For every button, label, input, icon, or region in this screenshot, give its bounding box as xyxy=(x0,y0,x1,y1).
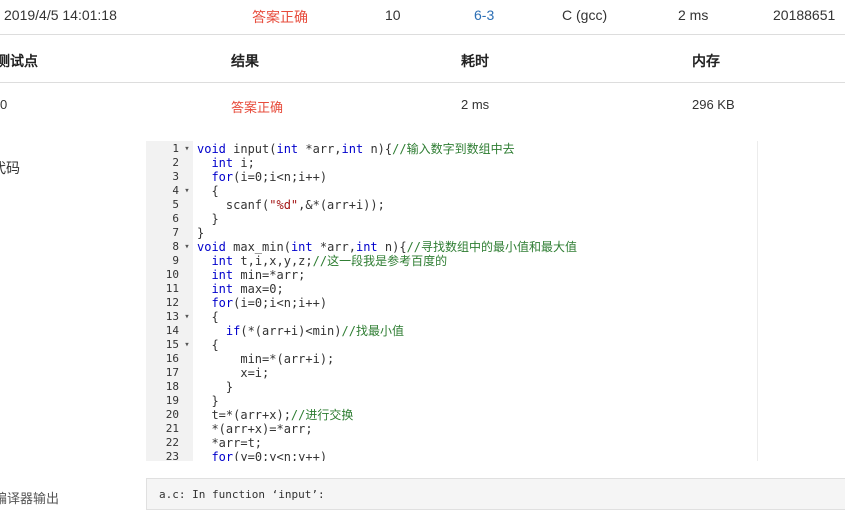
line-number: 20 xyxy=(165,408,179,421)
header-testpoint: 测试点 xyxy=(0,53,38,69)
code-line: 6 } xyxy=(146,212,758,226)
code-line: 20 t=*(arr+x);//进行交换 xyxy=(146,408,758,422)
code-line: 10 int min=*arr; xyxy=(146,268,758,282)
line-number: 12 xyxy=(165,296,179,309)
line-number: 9 xyxy=(172,254,179,267)
line-number: 10 xyxy=(165,268,179,281)
submission-compiler: C (gcc) xyxy=(562,7,608,23)
code-line: 13 ▾ { xyxy=(146,310,758,324)
line-number: 1 xyxy=(172,142,179,155)
problem-link[interactable]: 6-3 xyxy=(474,7,494,23)
code-text: scanf("%d",&*(arr+i)); xyxy=(197,198,385,212)
code-text: { xyxy=(197,184,219,198)
line-number: 4 xyxy=(172,184,179,197)
cell-testpoint: 0 xyxy=(0,97,8,112)
code-line: 21 *(arr+x)=*arr; xyxy=(146,422,758,436)
code-line: 19 } xyxy=(146,394,758,408)
cell-time: 2 ms xyxy=(461,97,490,112)
code-text: } xyxy=(197,380,234,394)
code-text: void input(int *arr,int n){//输入数字到数组中去 xyxy=(197,142,515,156)
line-number: 5 xyxy=(172,198,179,211)
fold-toggle-icon[interactable]: ▾ xyxy=(182,142,192,156)
cell-result: 答案正确 xyxy=(231,100,284,115)
code-text: if(*(arr+i)<min)//找最小值 xyxy=(225,324,404,338)
code-line: 16 min=*(arr+i); xyxy=(146,352,758,366)
code-editor[interactable]: 1 ▾ void input(int *arr,int n){//输入数字到数组中去… xyxy=(146,141,758,461)
header-result: 结果 xyxy=(231,53,259,69)
code-line: 5 scanf("%d",&*(arr+i)); xyxy=(146,198,758,212)
compile-output-box: a.c: In function ‘input’: xyxy=(146,478,845,510)
code-text: *arr=t; xyxy=(197,436,263,450)
code-line: 1 ▾ void input(int *arr,int n){//输入数字到数组中去 xyxy=(146,142,758,156)
code-text: { xyxy=(197,310,219,324)
line-number: 19 xyxy=(165,394,179,407)
cell-memory: 296 KB xyxy=(692,97,735,112)
line-number: 21 xyxy=(165,422,179,435)
code-text: int t,i,x,y,z;//这一段我是参考百度的 xyxy=(211,254,448,268)
line-number: 22 xyxy=(165,436,179,449)
submission-summary-row: 2019/4/5 14:01:18 答案正确 10 6-3 C (gcc) 2 … xyxy=(0,0,845,35)
code-text: for(i=0;i<n;i++) xyxy=(211,170,328,184)
fold-toggle-icon[interactable]: ▾ xyxy=(182,310,192,324)
line-number: 14 xyxy=(165,324,179,337)
code-text: } xyxy=(197,226,205,240)
line-number: 16 xyxy=(165,352,179,365)
code-line: 3 for(i=0;i<n;i++) xyxy=(146,170,758,184)
code-section-label: 代码 xyxy=(0,160,20,176)
line-number: 3 xyxy=(172,170,179,183)
code-text: { xyxy=(197,338,219,352)
compile-output-label: 编译器输出 xyxy=(0,491,60,506)
line-number: 15 xyxy=(165,338,179,351)
submission-score: 10 xyxy=(385,7,401,23)
code-text: void max_min(int *arr,int n){//寻找数组中的最小值… xyxy=(197,240,578,254)
code-text: for(i=0;i<n;i++) xyxy=(211,296,328,310)
code-line: 22 *arr=t; xyxy=(146,436,758,450)
code-text: int max=0; xyxy=(211,282,284,296)
table-row: 0 答案正确 2 ms 296 KB xyxy=(0,83,845,127)
print-margin-line xyxy=(757,141,758,461)
header-time: 耗时 xyxy=(461,53,489,69)
code-text: *(arr+x)=*arr; xyxy=(197,422,313,436)
submission-duration: 2 ms xyxy=(678,7,709,23)
header-memory: 内存 xyxy=(692,53,720,69)
submission-status: 答案正确 xyxy=(252,9,308,25)
code-line: 11 int max=0; xyxy=(146,282,758,296)
code-text: for(y=0;y<n;y++) xyxy=(211,450,328,461)
code-text: x=i; xyxy=(197,366,270,380)
code-line: 9 int t,i,x,y,z;//这一段我是参考百度的 xyxy=(146,254,758,268)
line-number: 13 xyxy=(165,310,179,323)
submission-time: 2019/4/5 14:01:18 xyxy=(4,7,117,23)
testcase-table-header: 测试点 结果 耗时 内存 xyxy=(0,35,845,83)
code-line: 23 for(y=0;y<n;y++) xyxy=(146,450,758,461)
code-line: 15 ▾ { xyxy=(146,338,758,352)
code-line: 17 x=i; xyxy=(146,366,758,380)
code-line: 8 ▾ void max_min(int *arr,int n){//寻找数组中的最… xyxy=(146,240,758,254)
code-text: t=*(arr+x);//进行交换 xyxy=(197,408,354,422)
fold-toggle-icon[interactable]: ▾ xyxy=(182,338,192,352)
line-number: 7 xyxy=(172,226,179,239)
line-number: 17 xyxy=(165,366,179,379)
fold-toggle-icon[interactable]: ▾ xyxy=(182,184,192,198)
compile-output-text: a.c: In function ‘input’: xyxy=(159,488,325,501)
submission-user: 20188651 xyxy=(773,7,836,23)
code-text: min=*(arr+i); xyxy=(197,352,335,366)
code-text: int min=*arr; xyxy=(211,268,306,282)
line-number: 8 xyxy=(172,240,179,253)
line-number: 18 xyxy=(165,380,179,393)
line-number: 23 xyxy=(165,450,179,461)
code-text: int i; xyxy=(211,156,255,170)
code-line: 12 for(i=0;i<n;i++) xyxy=(146,296,758,310)
code-text: } xyxy=(197,394,219,408)
line-number: 6 xyxy=(172,212,179,225)
code-line: 4 ▾ { xyxy=(146,184,758,198)
code-line: 7} xyxy=(146,226,758,240)
code-line: 14 if(*(arr+i)<min)//找最小值 xyxy=(146,324,758,338)
code-line: 18 } xyxy=(146,380,758,394)
code-text: } xyxy=(197,212,219,226)
line-number: 11 xyxy=(165,282,179,295)
line-number: 2 xyxy=(172,156,179,169)
code-line: 2 int i; xyxy=(146,156,758,170)
fold-toggle-icon[interactable]: ▾ xyxy=(182,240,192,254)
